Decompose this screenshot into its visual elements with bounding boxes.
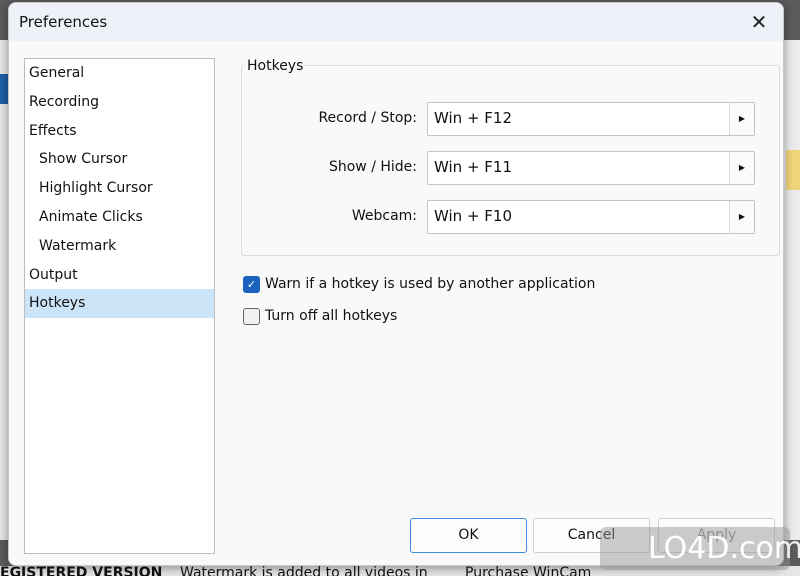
- checkbox-label: Turn off all hotkeys: [265, 308, 398, 324]
- checkbox-unchecked-icon[interactable]: [243, 308, 260, 325]
- hotkey-row: Record / Stop: Win + F12 ▶: [241, 102, 755, 136]
- hotkey-row: Show / Hide: Win + F11 ▶: [241, 151, 755, 185]
- watermark-logo: LO4D.com: [600, 527, 800, 570]
- hotkey-input[interactable]: Win + F10 ▶: [427, 200, 755, 234]
- background-app-right: [782, 40, 800, 540]
- status-text: EGISTERED VERSION: [0, 566, 163, 576]
- checkbox-checked-icon[interactable]: ✓: [243, 276, 260, 293]
- group-title: Hotkeys: [245, 58, 306, 74]
- preferences-dialog: Preferences ✕ General Recording Effects Sho…: [8, 2, 784, 566]
- hotkey-row: Webcam: Win + F10 ▶: [241, 200, 755, 234]
- nav-item-general[interactable]: General: [25, 59, 214, 88]
- hotkey-input[interactable]: Win + F12 ▶: [427, 102, 755, 136]
- nav-item-watermark[interactable]: Watermark: [25, 232, 214, 261]
- nav-item-output[interactable]: Output: [25, 261, 214, 290]
- hotkey-value: Win + F11: [434, 158, 512, 176]
- hotkey-value: Win + F10: [434, 207, 512, 225]
- nav-item-show-cursor[interactable]: Show Cursor: [25, 145, 214, 174]
- title-bar: Preferences ✕: [9, 3, 783, 41]
- hotkey-input[interactable]: Win + F11 ▶: [427, 151, 755, 185]
- hotkey-label: Show / Hide:: [328, 159, 417, 175]
- nav-item-hotkeys[interactable]: Hotkeys: [25, 289, 214, 319]
- close-icon[interactable]: ✕: [745, 8, 773, 36]
- nav-item-animate-clicks[interactable]: Animate Clicks: [25, 203, 214, 232]
- category-list: General Recording Effects Show Cursor Highli…: [24, 58, 215, 554]
- dropdown-arrow-icon[interactable]: ▶: [729, 152, 754, 184]
- nav-item-recording[interactable]: Recording: [25, 88, 214, 117]
- nav-item-highlight-cursor[interactable]: Highlight Cursor: [25, 174, 214, 203]
- dropdown-arrow-icon[interactable]: ▶: [729, 103, 754, 135]
- checkbox-label: Warn if a hotkey is used by another appl…: [265, 276, 596, 292]
- ok-button[interactable]: OK: [410, 518, 527, 553]
- purchase-link[interactable]: Purchase WinCam: [465, 566, 591, 576]
- status-text: Watermark is added to all videos in: [180, 566, 428, 576]
- dropdown-arrow-icon[interactable]: ▶: [729, 201, 754, 233]
- hotkey-label: Record / Stop:: [318, 110, 417, 126]
- hotkey-value: Win + F12: [434, 109, 512, 127]
- hotkey-label: Webcam:: [351, 208, 417, 224]
- nav-item-effects[interactable]: Effects: [25, 117, 214, 146]
- dialog-title: Preferences: [19, 13, 108, 31]
